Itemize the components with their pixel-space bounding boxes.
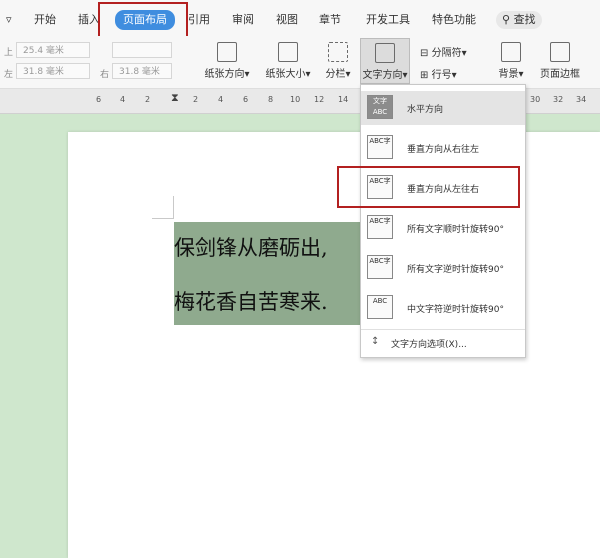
separator-label: 分隔符 [431,48,462,59]
text-direction-label: 文字方向 [362,70,403,81]
ruler-number: 6 [243,95,249,104]
right-margin-label: 右 [100,70,110,80]
line-number-button[interactable]: ⊞ 行号▾ [420,66,457,81]
cjk-rotate-icon: ABC [367,295,393,319]
menu-item-label: 文字方向选项(X)... [391,340,467,350]
search-icon: ⚲ [502,13,511,26]
line-number-icon: ⊞ [420,70,429,81]
menu-item-rotate-ccw[interactable]: ABC字 所有文字逆时针旋转90° [361,251,525,285]
ruler-number: 12 [314,95,325,104]
selected-option-highlight-box [337,166,520,208]
orientation-button[interactable]: 纸张方向▾ [200,42,254,80]
ruler-number: 6 [96,95,102,104]
text-direction-options-icon: ↕ [371,336,380,347]
tab-view[interactable]: 视图 [276,11,298,29]
ruler-number: 34 [576,95,587,104]
ruler-number: 4 [120,95,126,104]
right-margin-field[interactable]: 31.8 毫米 [112,63,172,79]
page-border-button[interactable]: 页面边框 [536,42,584,80]
background-icon [501,42,521,62]
rotate-clockwise-icon: ABC字 [367,215,393,239]
document-line-1[interactable]: 保剑锋从磨砺出, [174,232,328,262]
menu-item-label: 中文字符逆时针旋转90° [407,305,504,315]
background-button[interactable]: 背景▾ [494,42,528,80]
ruler-number: 14 [338,95,349,104]
tab-special[interactable]: 特色功能 [432,11,476,29]
text-direction-menu: 文字ABC 水平方向 ABC字 垂直方向从右往左 ABC字 垂直方向从左往右 A… [360,84,526,358]
orientation-icon [217,42,237,62]
ribbon-toolbar: 上 25.4 毫米 左 31.8 毫米 右 31.8 毫米 纸张方向▾ 纸张大小… [0,36,600,89]
menu-item-horizontal[interactable]: 文字ABC 水平方向 [361,91,525,125]
rotate-counterclockwise-icon: ABC字 [367,255,393,279]
ruler-number: 10 [290,95,301,104]
ruler-number: 8 [268,95,274,104]
bottom-margin-field[interactable] [112,42,172,58]
menu-item-label: 垂直方向从右往左 [407,145,480,155]
separator-icon: ⊟ [420,48,429,59]
tab-references[interactable]: 引用 [188,11,210,29]
menu-item-cjk-rotate-ccw[interactable]: ABC 中文字符逆时针旋转90° [361,291,525,325]
tab-insert[interactable]: 插入 [78,11,100,29]
top-margin-label: 上 [4,48,14,58]
text-direction-icon [375,43,395,63]
menu-item-vertical-rtl[interactable]: ABC字 垂直方向从右往左 [361,131,525,165]
separator-button[interactable]: ⊟ 分隔符▾ [420,44,467,59]
page-border-label: 页面边框 [540,69,580,80]
app-window: ▿ 开始 插入 页面布局 引用 审阅 视图 章节 开发工具 特色功能 ⚲ 查找 … [0,0,600,558]
tab-review[interactable]: 审阅 [232,11,254,29]
columns-button[interactable]: 分栏▾ [322,42,354,80]
margin-corner-mark [173,196,174,218]
horizontal-text-icon: 文字ABC [367,95,393,119]
columns-icon [328,42,348,62]
menu-item-label: 所有文字顺时针旋转90° [407,225,504,235]
menu-item-options[interactable]: ↕ 文字方向选项(X)... [361,329,525,355]
left-margin-label: 左 [4,70,14,80]
left-margin-field[interactable]: 31.8 毫米 [16,63,90,79]
line-number-label: 行号 [431,70,452,81]
background-label: 背景 [498,69,519,80]
text-direction-button[interactable]: 文字方向▾ [360,38,410,84]
menu-item-label: 所有文字逆时针旋转90° [407,265,504,275]
tab-chapter[interactable]: 章节 [319,11,341,29]
menu-item-label: 水平方向 [407,105,444,115]
columns-label: 分栏 [325,69,346,80]
baidu-watermark: Bai 经验 [420,500,503,524]
top-margin-field[interactable]: 25.4 毫米 [16,42,90,58]
ruler-number: 30 [530,95,541,104]
ruler-number: 2 [145,95,151,104]
paper-size-label: 纸张大小 [265,69,306,80]
ruler-number: 32 [553,95,564,104]
ribbon-tab-bar: ▿ 开始 插入 页面布局 引用 审阅 视图 章节 开发工具 特色功能 ⚲ 查找 [0,0,600,36]
ruler-number: 4 [218,95,224,104]
tab-developer[interactable]: 开发工具 [366,11,410,29]
indent-marker-icon[interactable]: ⧗ [171,91,179,105]
paper-size-icon [278,42,298,62]
page-border-icon [550,42,570,62]
menu-dropdown-icon[interactable]: ▿ [6,11,12,29]
paper-size-button[interactable]: 纸张大小▾ [262,42,314,80]
ruler-number: 2 [193,95,199,104]
tab-home[interactable]: 开始 [34,11,56,29]
document-line-2[interactable]: 梅花香自苦寒来. [174,286,328,316]
menu-item-rotate-cw[interactable]: ABC字 所有文字顺时针旋转90° [361,211,525,245]
vertical-rtl-icon: ABC字 [367,135,393,159]
orientation-label: 纸张方向 [204,69,245,80]
margin-corner-mark [152,218,174,219]
search-button[interactable]: ⚲ 查找 [496,11,542,29]
search-label: 查找 [513,13,536,26]
